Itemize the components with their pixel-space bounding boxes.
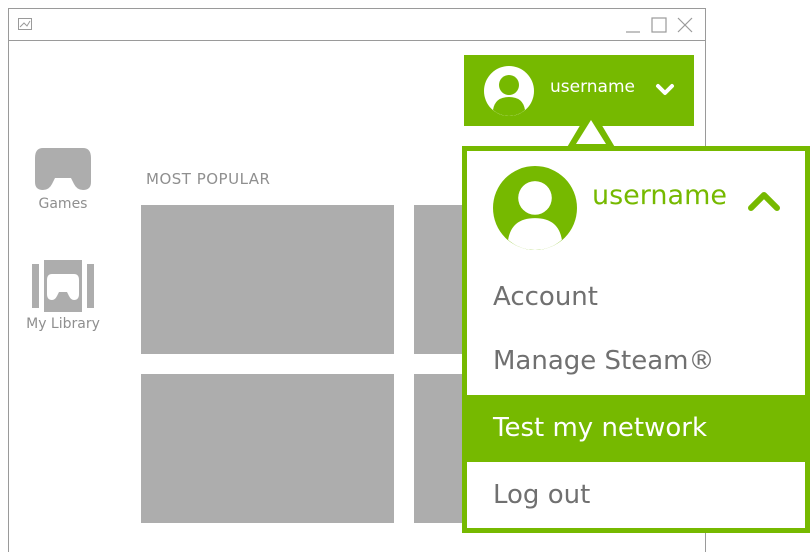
app-icon [18, 18, 32, 30]
avatar-icon [484, 66, 534, 116]
minimize-icon[interactable] [625, 17, 641, 33]
avatar-icon [493, 166, 577, 250]
chevron-down-icon [656, 84, 674, 95]
chevron-up-icon [748, 192, 780, 211]
username-label: username [550, 77, 635, 97]
nav-item-my-library[interactable]: My Library [8, 260, 118, 332]
nav-label-games: Games [38, 196, 88, 212]
menu-item-test-my-network[interactable]: Test my network [467, 395, 805, 462]
dropdown-username: username [592, 180, 727, 211]
close-icon[interactable] [677, 17, 693, 33]
game-tile[interactable] [141, 374, 394, 523]
title-bar [9, 9, 705, 41]
section-title-most-popular: MOST POPULAR [146, 170, 271, 188]
nav-label-my-library: My Library [26, 316, 100, 332]
user-dropdown-menu: username Account Manage Steam® Test my n… [462, 146, 810, 533]
page: Games My Library MOST POPULAR username u… [0, 0, 812, 552]
gamepad-icon [35, 148, 91, 190]
menu-item-manage-steam[interactable]: Manage Steam® [467, 328, 805, 395]
library-icon [32, 260, 94, 312]
dropdown-caret [566, 107, 616, 149]
game-tile[interactable] [141, 205, 394, 354]
dropdown-header[interactable]: username [467, 151, 805, 251]
menu-item-account[interactable]: Account [467, 264, 805, 331]
menu-item-log-out[interactable]: Log out [467, 462, 805, 529]
nav-item-games[interactable]: Games [8, 146, 118, 212]
maximize-icon[interactable] [651, 17, 667, 33]
